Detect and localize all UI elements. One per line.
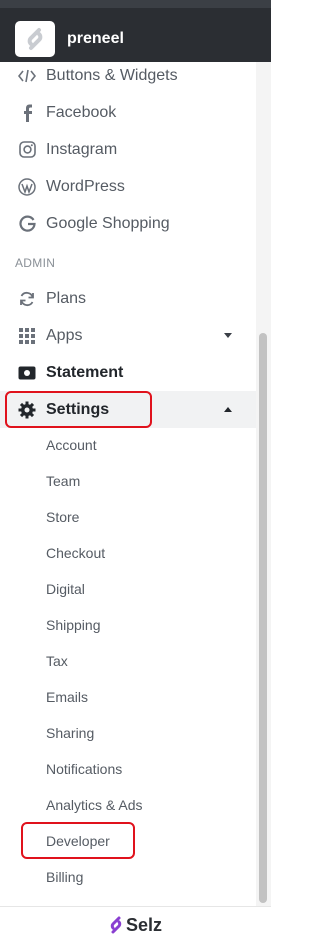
selz-logo-icon	[110, 916, 122, 934]
money-icon	[18, 364, 36, 382]
sidebar-item-plans[interactable]: Plans	[0, 280, 256, 317]
google-icon	[18, 215, 36, 233]
settings-subitem-billing[interactable]: Billing	[46, 868, 83, 886]
settings-subitem-digital[interactable]: Digital	[46, 580, 85, 598]
settings-subitem-notifications[interactable]: Notifications	[46, 760, 122, 778]
code-icon	[18, 67, 36, 85]
settings-subitem-store[interactable]: Store	[46, 508, 79, 526]
sidebar-item-label: Buttons & Widgets	[46, 66, 178, 84]
sidebar-item-apps[interactable]: Apps	[0, 317, 256, 354]
scrollbar-thumb[interactable]	[259, 333, 267, 903]
footer: Selz	[0, 906, 271, 943]
chevron-up-icon[interactable]	[224, 407, 232, 412]
sidebar-item-label: Statement	[46, 363, 124, 381]
settings-subitem-team[interactable]: Team	[46, 472, 80, 490]
sidebar-item-google-shopping[interactable]: Google Shopping	[0, 205, 256, 242]
settings-subitem-checkout[interactable]: Checkout	[46, 544, 105, 562]
sidebar-item-label: Google Shopping	[46, 214, 170, 232]
store-logo-icon	[27, 28, 43, 50]
facebook-icon	[18, 104, 36, 122]
sidebar-item-instagram[interactable]: Instagram	[0, 131, 256, 168]
sidebar-item-label: Instagram	[46, 140, 118, 158]
grid-icon	[18, 327, 36, 345]
sidebar-item-label: Apps	[46, 326, 83, 344]
settings-subitem-developer[interactable]: Developer	[46, 832, 110, 850]
gear-icon	[18, 401, 36, 419]
sidebar-item-statement[interactable]: Statement	[0, 354, 256, 391]
sidebar-item-buttons-widgets[interactable]: Buttons & Widgets	[0, 62, 256, 94]
sidebar-nav: Buttons & Widgets Facebook Instagram Wor…	[0, 62, 256, 906]
settings-subitem-account[interactable]: Account	[46, 436, 97, 454]
settings-subitem-sharing[interactable]: Sharing	[46, 724, 94, 742]
settings-subitem-emails[interactable]: Emails	[46, 688, 88, 706]
settings-subitem-tax[interactable]: Tax	[46, 652, 68, 670]
settings-subitem-shipping[interactable]: Shipping	[46, 616, 101, 634]
settings-subitem-analytics-ads[interactable]: Analytics & Ads	[46, 796, 143, 814]
chevron-down-icon[interactable]	[224, 333, 232, 338]
sidebar-item-settings[interactable]: Settings	[0, 391, 256, 428]
wordpress-icon	[18, 177, 36, 196]
sidebar-item-label: WordPress	[46, 177, 125, 195]
browser-top-strip	[0, 0, 271, 8]
sidebar-item-label: Facebook	[46, 103, 117, 121]
store-header[interactable]: preneel	[0, 8, 271, 62]
sidebar-item-label: Plans	[46, 289, 87, 307]
section-title-admin: ADMIN	[15, 256, 56, 270]
store-name: preneel	[67, 30, 124, 47]
refresh-icon	[18, 290, 36, 308]
selz-brand[interactable]: Selz	[109, 915, 162, 936]
sidebar-item-wordpress[interactable]: WordPress	[0, 168, 256, 205]
sidebar-item-label: Settings	[46, 400, 110, 418]
sidebar-item-facebook[interactable]: Facebook	[0, 94, 256, 131]
instagram-icon	[18, 141, 36, 159]
brand-name: Selz	[125, 914, 163, 935]
store-logo[interactable]	[15, 21, 55, 57]
